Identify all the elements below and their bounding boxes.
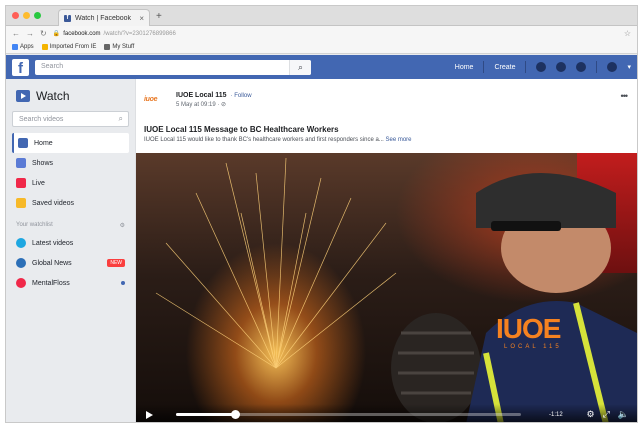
window-controls [12, 12, 41, 19]
close-window-button[interactable] [12, 12, 19, 19]
sidebar-item-label: MentalFloss [32, 279, 70, 287]
watch-title: Watch [16, 89, 129, 103]
new-badge: NEW [107, 259, 125, 267]
global-news-avatar [16, 258, 26, 268]
time-remaining: -1:12 [549, 412, 563, 418]
folder-icon [41, 44, 48, 50]
unread-dot [121, 281, 125, 285]
volume-icon[interactable]: 🔈 [618, 409, 629, 420]
url-host: facebook.com [63, 30, 101, 37]
page-name-row: IUOE Local 115 · Follow [176, 92, 252, 99]
see-more-link[interactable]: See more [386, 137, 412, 143]
post-date[interactable]: 5 May at 09:19 · ⊘ [176, 101, 226, 108]
sidebar-item-label: Home [34, 139, 53, 147]
sidebar-item-label: Latest videos [32, 239, 74, 247]
video-right-controls: ⚙ ⤢ 🔈 [587, 409, 630, 420]
sidebar-item-label: Shows [32, 159, 54, 167]
bookmark-icon [16, 198, 26, 208]
nav-home[interactable]: Home [455, 64, 474, 71]
nav-create[interactable]: Create [494, 64, 515, 71]
iuoe-watermark-sub: LOCAL 115 [504, 344, 562, 350]
sidebar-item-global-news[interactable]: Global News NEW [12, 253, 129, 273]
search-icon[interactable]: ⌕ [289, 59, 311, 75]
expand-icon[interactable]: ⤢ [603, 409, 610, 420]
description-text: IUOE Local 115 would like to thank BC's … [144, 137, 384, 143]
page-name[interactable]: IUOE Local 115 [176, 92, 227, 99]
latest-videos-icon [16, 238, 26, 248]
back-icon[interactable]: ← [12, 29, 20, 38]
search-icon: ⌕ [118, 114, 123, 123]
account-menu-icon[interactable]: ▾ [627, 63, 631, 71]
bookmark-mystuff[interactable]: My Stuff [104, 44, 134, 50]
watch-icon [16, 90, 30, 102]
sidebar-item-mentalfloss[interactable]: MentalFloss [12, 273, 129, 293]
tab-title: Watch | Facebook [75, 14, 132, 22]
folder-icon [104, 44, 111, 50]
home-icon [18, 138, 28, 148]
help-icon[interactable] [607, 62, 618, 72]
nav-divider [525, 61, 527, 73]
video-player[interactable]: IUOE LOCAL 115 -1:12 ⚙ ⤢ 🔈 [136, 153, 637, 422]
nav-divider [596, 61, 598, 73]
address-bar: ← → ↻ 🔒 facebook.com/watch/?v=2301276899… [6, 26, 637, 41]
bookmark-imported[interactable]: Imported From IE [41, 44, 96, 50]
search-videos-placeholder: Search videos [19, 116, 64, 123]
tab-bar: f Watch | Facebook × + [6, 6, 637, 26]
watchlist-label: Your watchlist [16, 222, 53, 228]
progress-knob[interactable] [230, 410, 240, 419]
search-placeholder: Search [41, 62, 64, 70]
reload-icon[interactable]: ↻ [40, 29, 47, 38]
apps-icon [12, 44, 18, 50]
more-options-icon[interactable]: ••• [621, 91, 629, 101]
search-videos-input[interactable]: Search videos ⌕ [12, 111, 129, 127]
sidebar-item-home[interactable]: Home [12, 133, 129, 153]
sparks-graphic [155, 157, 637, 422]
sidebar-item-saved[interactable]: Saved videos [12, 193, 129, 213]
sidebar-item-label: Global News [32, 259, 72, 267]
tab-close-icon[interactable]: × [139, 14, 144, 23]
progress-fill [176, 413, 235, 416]
iuoe-watermark-logo: IUOE [496, 313, 561, 344]
header-nav: Home Create ▾ [455, 61, 631, 73]
nav-divider [483, 61, 485, 73]
gear-icon[interactable]: ⚙ [587, 409, 595, 420]
facebook-header: f Search ⌕ Home Create ▾ [6, 55, 637, 79]
video-description: IUOE Local 115 would like to thank BC's … [144, 137, 412, 143]
facebook-logo[interactable]: f [12, 58, 29, 77]
gear-icon[interactable]: ⚙ [120, 222, 125, 229]
messenger-icon[interactable] [556, 62, 567, 72]
bookmarks-bar: Apps Imported From IE My Stuff [6, 41, 637, 54]
sidebar-item-label: Live [32, 179, 45, 187]
shows-icon [16, 158, 26, 168]
mentalfloss-avatar [16, 278, 26, 288]
play-icon[interactable] [146, 411, 153, 419]
url-field[interactable]: 🔒 facebook.com/watch/?v=2301276899866 [52, 30, 618, 38]
notifications-icon[interactable] [576, 62, 587, 72]
bookmark-apps[interactable]: Apps [12, 44, 34, 50]
url-path: /watch/?v=2301276899866 [103, 30, 176, 37]
sidebar-item-shows[interactable]: Shows [12, 153, 129, 173]
live-icon [16, 178, 26, 188]
facebook-search-input[interactable]: Search ⌕ [35, 59, 311, 75]
new-tab-button[interactable]: + [156, 11, 162, 22]
bookmark-star-icon[interactable]: ☆ [624, 29, 631, 38]
sidebar-item-live[interactable]: Live [12, 173, 129, 193]
sidebar-item-label: Saved videos [32, 199, 75, 207]
minimize-window-button[interactable] [23, 12, 30, 19]
page-avatar[interactable]: iuoe [144, 96, 166, 114]
video-title: IUOE Local 115 Message to BC Healthcare … [144, 125, 339, 134]
friends-icon[interactable] [536, 62, 547, 72]
video-post-card: iuoe IUOE Local 115 · Follow 5 May at 09… [135, 79, 637, 422]
follow-link[interactable]: · Follow [231, 93, 252, 99]
browser-window: f Watch | Facebook × + ← → ↻ 🔒 facebook.… [5, 5, 638, 423]
maximize-window-button[interactable] [34, 12, 41, 19]
browser-tab[interactable]: f Watch | Facebook × [58, 9, 150, 26]
watch-sidebar: Watch Search videos ⌕ Home Shows Live Sa… [6, 79, 135, 422]
sidebar-item-latest[interactable]: Latest videos [12, 233, 129, 253]
watchlist-header: Your watchlist ⚙ [16, 222, 125, 229]
lock-icon: 🔒 [52, 31, 61, 37]
forward-icon[interactable]: → [26, 29, 34, 38]
facebook-favicon-icon: f [64, 14, 71, 22]
watch-title-text: Watch [36, 89, 70, 103]
